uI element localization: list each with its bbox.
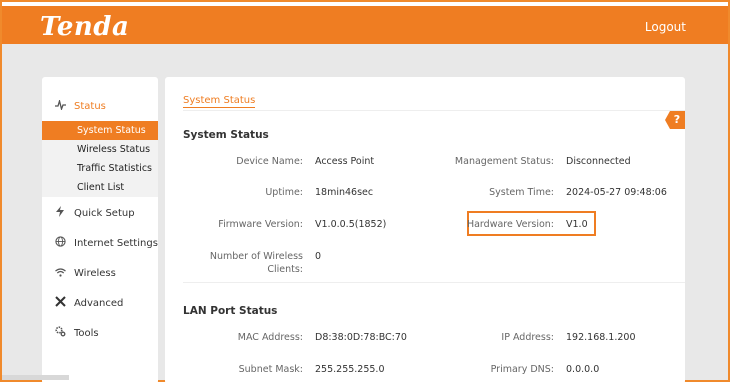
sidebar-item-label: Internet Settings (74, 237, 158, 249)
firmware-version-value: V1.0.0.5(1852) (315, 219, 387, 230)
sidebar-item-advanced[interactable]: Advanced (42, 289, 158, 317)
mac-address-label: MAC Address: (237, 332, 303, 343)
wireless-clients-value: 0 (315, 251, 322, 262)
lan-port-status-title: LAN Port Status (183, 305, 278, 317)
gears-icon (54, 326, 66, 340)
top-bar: Tenda Logout (2, 2, 728, 44)
globe-icon (54, 236, 66, 250)
sidebar-item-wireless[interactable]: Wireless (42, 259, 158, 287)
management-status-label: Management Status: (454, 156, 554, 167)
hardware-version-label: Hardware Version: (466, 219, 554, 230)
tenda-logo: Tenda (40, 12, 130, 42)
sidebar-item-status[interactable]: Status (42, 92, 158, 120)
system-time-label: System Time: (489, 187, 554, 198)
mac-address-value: D8:38:0D:78:BC:70 (315, 332, 407, 343)
tab-system-status[interactable]: System Status (183, 95, 256, 108)
wifi-icon (54, 267, 66, 280)
device-name-label: Device Name: (236, 156, 303, 167)
hardware-version-value: V1.0 (566, 219, 588, 230)
firmware-version-label: Firmware Version: (218, 219, 303, 230)
primary-dns-value: 0.0.0.0 (566, 364, 600, 375)
uptime-label: Uptime: (265, 187, 303, 198)
system-time-value: 2024-05-27 09:48:06 (566, 187, 667, 198)
ip-address-label: IP Address: (501, 332, 554, 343)
sidebar-subitem-wireless-status[interactable]: Wireless Status (42, 140, 158, 159)
sidebar-subitem-traffic-statistics[interactable]: Traffic Statistics (42, 159, 158, 178)
sidebar-item-label: Wireless (74, 267, 116, 279)
subnet-mask-label: Subnet Mask: (238, 364, 303, 375)
primary-dns-label: Primary DNS: (490, 364, 554, 375)
device-name-value: Access Point (315, 156, 375, 167)
sidebar: Status System Status Wireless Status Tra… (42, 77, 158, 382)
management-status-value: Disconnected (566, 156, 631, 167)
section-divider (183, 282, 685, 283)
uptime-value: 18min46sec (315, 187, 374, 198)
tools-cross-icon (54, 296, 66, 310)
sidebar-item-label: Quick Setup (74, 207, 135, 219)
help-icon[interactable]: ? (665, 111, 685, 129)
sidebar-item-quick-setup[interactable]: Quick Setup (42, 199, 158, 227)
sidebar-item-tools[interactable]: Tools (42, 319, 158, 347)
sidebar-item-internet-settings[interactable]: Internet Settings (42, 229, 158, 257)
lightning-icon (54, 206, 66, 220)
subnet-mask-value: 255.255.255.0 (315, 364, 385, 375)
sidebar-item-label: Advanced (74, 297, 124, 309)
sidebar-item-label: Tools (74, 327, 99, 339)
system-status-title: System Status (183, 129, 269, 141)
pulse-icon (54, 98, 66, 113)
tab-divider (183, 110, 685, 111)
main-panel: System Status ? System Status Device Nam… (165, 77, 685, 382)
sidebar-subitem-system-status[interactable]: System Status (42, 121, 158, 140)
horizontal-scrollbar[interactable] (2, 375, 69, 380)
ip-address-value: 192.168.1.200 (566, 332, 636, 343)
wireless-clients-label-line1: Number of Wireless (209, 251, 303, 262)
logout-link[interactable]: Logout (645, 20, 686, 34)
wireless-clients-label-line2: Clients: (267, 264, 303, 275)
sidebar-item-label: Status (74, 100, 106, 112)
sidebar-subitem-client-list[interactable]: Client List (42, 178, 158, 197)
